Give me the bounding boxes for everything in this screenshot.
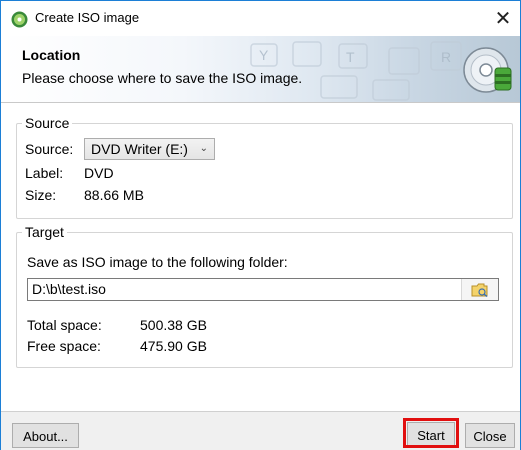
target-path-value: D:\b\test.iso (32, 281, 106, 297)
close-icon[interactable]: ✕ (486, 1, 520, 36)
source-group-title: Source (22, 115, 73, 131)
title-bar: Create ISO image ✕ (1, 1, 520, 36)
size-value: 88.66 MB (84, 187, 144, 203)
page-subtitle: Please choose where to save the ISO imag… (22, 70, 303, 86)
svg-text:Y: Y (259, 47, 269, 63)
browse-folder-button[interactable] (461, 279, 498, 300)
page-heading: Location (22, 47, 81, 63)
app-icon (11, 11, 28, 28)
target-prompt: Save as ISO image to the following folde… (27, 254, 288, 270)
folder-browse-icon (471, 283, 488, 297)
svg-text:R: R (441, 49, 451, 65)
label-value: DVD (84, 165, 114, 181)
create-iso-window: Create ISO image ✕ Y T R Location Please… (0, 0, 521, 450)
source-label: Source: (25, 141, 74, 157)
free-space-value: 475.90 GB (140, 338, 207, 354)
banner-keyboard-graphic: Y T R (250, 41, 462, 101)
size-label: Size: (25, 187, 57, 203)
total-space-value: 500.38 GB (140, 317, 207, 333)
window-title: Create ISO image (35, 10, 140, 25)
total-space-label: Total space: (27, 317, 102, 333)
dropdown-arrow-icon: ⌄ (199, 143, 208, 154)
close-button[interactable]: Close (465, 423, 515, 448)
free-space-label: Free space: (27, 338, 101, 354)
source-drive-value: DVD Writer (E:) (91, 141, 188, 157)
svg-text:T: T (346, 49, 355, 65)
disc-icon (463, 47, 512, 93)
target-path-input[interactable]: D:\b\test.iso (27, 278, 499, 301)
header-banner: Y T R Location Please choose where to sa… (1, 36, 520, 103)
label-label: Label: (25, 165, 64, 181)
source-drive-select[interactable]: DVD Writer (E:) ⌄ (84, 138, 215, 160)
about-button[interactable]: About... (12, 423, 79, 448)
start-button-highlight (403, 418, 459, 448)
target-group-title: Target (22, 224, 67, 240)
